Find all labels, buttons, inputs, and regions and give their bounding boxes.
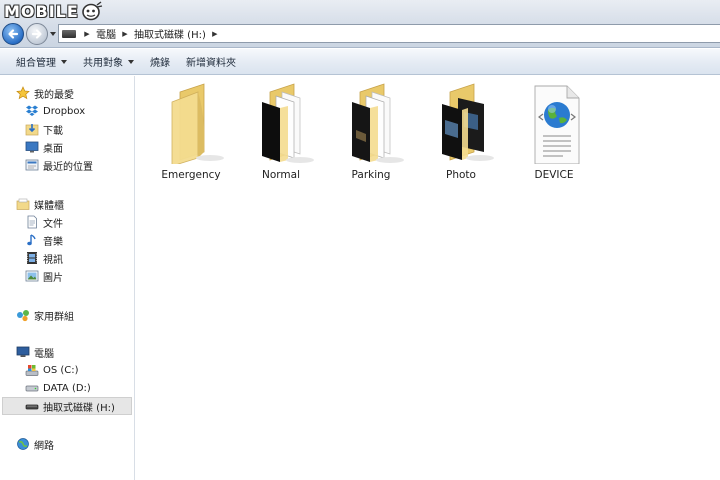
sidebar-item-pictures[interactable]: 圖片: [0, 267, 134, 285]
empty-folder-icon: [171, 83, 224, 164]
sidebar-item-label: 桌面: [43, 143, 63, 155]
arrow-left-icon: [8, 29, 19, 39]
title-bar: MOBILE ▶ 電腦 ▶ 抽取式磁碟 (H:) ▶: [0, 0, 720, 48]
folder-item-emergency[interactable]: Emergency: [146, 82, 236, 181]
sidebar-item-drive-d[interactable]: DATA (D:): [0, 379, 134, 397]
sidebar-item-label: 媒體櫃: [34, 200, 64, 212]
sidebar-item-label: DATA (D:): [43, 382, 91, 394]
organize-label: 組合管理: [16, 58, 56, 69]
folder-name: Parking: [351, 169, 391, 181]
chevron-down-icon: [128, 59, 134, 64]
sidebar-item-label: 家用群組: [34, 311, 74, 323]
desktop-icon: [25, 140, 39, 154]
sidebar-item-label: 抽取式磁碟 (H:): [43, 402, 115, 414]
sidebar-item-libraries[interactable]: 媒體櫃: [0, 195, 134, 213]
document-icon: [25, 215, 39, 229]
network-icon: [16, 437, 30, 451]
sidebar-item-videos[interactable]: 視訊: [0, 249, 134, 267]
breadcrumb-removable-disk[interactable]: 抽取式磁碟 (H:): [131, 26, 209, 41]
folder-name: Photo: [446, 169, 476, 181]
chevron-right-icon[interactable]: ▶: [119, 30, 131, 38]
folder-item-parking[interactable]: Parking: [326, 82, 416, 181]
arrow-right-icon: [31, 29, 42, 39]
sidebar-item-network[interactable]: 網路: [0, 435, 134, 453]
chevron-right-icon[interactable]: ▶: [209, 30, 221, 38]
recent-pages-dropdown[interactable]: [49, 30, 57, 38]
film-strip-icon: [25, 251, 39, 265]
sidebar-item-label: 視訊: [43, 254, 63, 266]
watermark-logo-icon: [81, 1, 102, 21]
recent-places-icon: [25, 158, 39, 172]
new-folder-button[interactable]: 新增資料夾: [178, 51, 244, 73]
sidebar-item-computer[interactable]: 電腦: [0, 343, 134, 361]
sidebar-item-homegroup[interactable]: 家用群組: [0, 306, 134, 324]
share-label: 共用對象: [83, 58, 123, 69]
sidebar-item-favorites[interactable]: 我的最愛: [0, 84, 134, 102]
new-folder-label: 新增資料夾: [186, 58, 236, 69]
folder-with-documents-icon: [352, 83, 404, 163]
breadcrumb-computer[interactable]: 電腦: [93, 26, 119, 41]
sidebar-item-label: Dropbox: [43, 105, 86, 117]
back-button[interactable]: [2, 23, 24, 45]
music-note-icon: [25, 233, 39, 247]
sidebar-item-dropbox[interactable]: Dropbox: [0, 102, 134, 120]
file-item-device[interactable]: DEVICE: [509, 82, 599, 181]
navigation-pane: 我的最愛 Dropbox 下載 桌面 最近的位置 媒體櫃 文件 音樂 視訊 圖片…: [0, 76, 135, 480]
sidebar-item-downloads[interactable]: 下載: [0, 120, 134, 138]
file-list: Emergency Normal Parking Photo DEVICE: [136, 76, 720, 480]
folder-item-photo[interactable]: Photo: [416, 82, 506, 181]
sidebar-item-label: 電腦: [34, 348, 54, 360]
watermark-text: MOBILE: [4, 1, 79, 21]
sidebar-item-drive-h[interactable]: 抽取式磁碟 (H:): [2, 397, 132, 415]
picture-icon: [25, 269, 39, 283]
chevron-right-icon[interactable]: ▶: [81, 30, 93, 38]
folder-name: Emergency: [161, 169, 221, 181]
sidebar-item-label: 最近的位置: [43, 161, 93, 173]
libraries-icon: [16, 197, 30, 211]
system-drive-icon: [25, 363, 39, 377]
organize-button[interactable]: 組合管理: [8, 51, 75, 73]
chevron-down-icon: [61, 59, 67, 64]
share-with-button[interactable]: 共用對象: [75, 51, 142, 73]
sidebar-item-music[interactable]: 音樂: [0, 231, 134, 249]
homegroup-icon: [16, 308, 30, 322]
folder-with-documents-icon: [262, 83, 314, 163]
sidebar-item-label: 文件: [43, 218, 63, 230]
sidebar-item-label: 我的最愛: [34, 89, 74, 101]
forward-button[interactable]: [26, 23, 48, 45]
watermark: MOBILE: [4, 0, 103, 22]
sidebar-item-documents[interactable]: 文件: [0, 213, 134, 231]
sidebar-item-label: 網路: [34, 440, 54, 452]
sidebar-item-label: OS (C:): [43, 364, 79, 376]
dropbox-icon: [25, 104, 39, 118]
folder-item-normal[interactable]: Normal: [236, 82, 326, 181]
folder-with-photos-icon: [442, 83, 494, 161]
burn-label: 燒錄: [150, 58, 170, 69]
folder-name: Normal: [262, 169, 300, 181]
star-icon: [16, 86, 30, 100]
sidebar-item-label: 下載: [43, 125, 63, 137]
sidebar-item-label: 音樂: [43, 236, 63, 248]
hard-drive-icon: [25, 381, 39, 395]
sidebar-item-drive-c[interactable]: OS (C:): [0, 361, 134, 379]
command-bar: 組合管理 共用對象 燒錄 新增資料夾: [0, 49, 720, 75]
removable-drive-icon: [25, 399, 39, 413]
burn-button[interactable]: 燒錄: [142, 51, 178, 73]
sidebar-item-label: 圖片: [43, 272, 63, 284]
sidebar-item-desktop[interactable]: 桌面: [0, 138, 134, 156]
web-document-icon: [534, 85, 580, 164]
downloads-folder-icon: [25, 122, 39, 136]
file-name: DEVICE: [534, 169, 574, 181]
computer-icon: [16, 345, 30, 359]
sidebar-item-recent-places[interactable]: 最近的位置: [0, 156, 134, 174]
address-bar[interactable]: ▶ 電腦 ▶ 抽取式磁碟 (H:) ▶: [58, 24, 720, 43]
drive-icon: [62, 29, 76, 38]
